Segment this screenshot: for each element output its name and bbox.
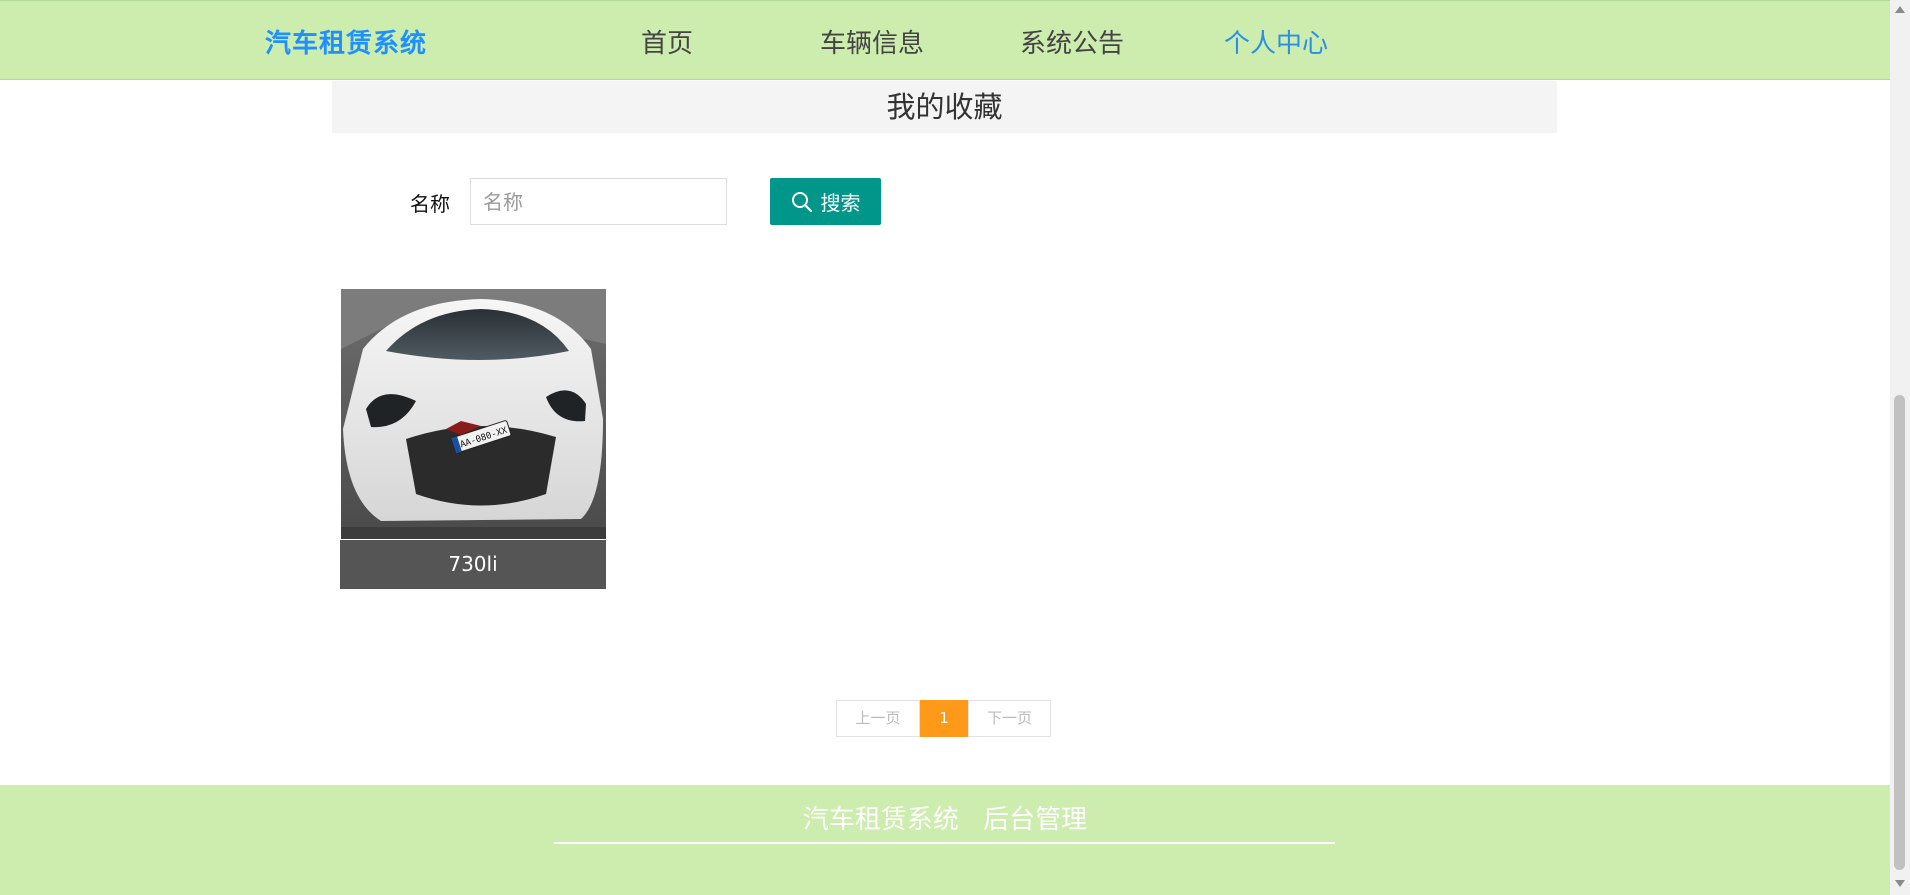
nav-announcements[interactable]: 系统公告: [1020, 23, 1124, 60]
next-page-button[interactable]: 下一页: [968, 700, 1051, 737]
nav-home[interactable]: 首页: [641, 23, 693, 60]
page-number-current[interactable]: 1: [920, 700, 968, 737]
viewport: 汽车租赁系统 首页 车辆信息 系统公告 个人中心 我的收藏 名称 搜索: [0, 0, 1890, 895]
page-title: 我的收藏: [332, 81, 1557, 133]
nav-personal-center[interactable]: 个人中心: [1224, 23, 1328, 60]
site-logo-text[interactable]: 汽车租赁系统: [265, 23, 427, 60]
search-label: 名称: [410, 192, 450, 216]
search-button[interactable]: 搜索: [770, 178, 881, 225]
prev-page-button[interactable]: 上一页: [836, 700, 920, 737]
scrollbar-thumb[interactable]: [1894, 395, 1905, 870]
search-icon: [791, 191, 812, 212]
car-name[interactable]: 730li: [340, 540, 606, 589]
vertical-scrollbar[interactable]: [1890, 0, 1910, 895]
footer-link-admin[interactable]: 后台管理: [983, 805, 1087, 835]
nav-vehicle-info[interactable]: 车辆信息: [820, 23, 924, 60]
footer-divider: [554, 842, 1335, 844]
car-image[interactable]: AA-080-XX: [341, 289, 606, 539]
footer-links: 汽车租赁系统 后台管理: [0, 799, 1890, 836]
pagination: 上一页 1 下一页: [836, 700, 1051, 737]
car-photo: AA-080-XX: [341, 289, 606, 539]
footer: 汽车租赁系统 后台管理: [0, 785, 1890, 895]
top-navbar: 汽车租赁系统 首页 车辆信息 系统公告 个人中心: [0, 0, 1890, 80]
footer-link-home[interactable]: 汽车租赁系统: [803, 805, 959, 835]
scroll-up-arrow-icon[interactable]: [1895, 6, 1905, 13]
search-button-label: 搜索: [820, 191, 861, 215]
name-search-input[interactable]: [470, 178, 727, 225]
scroll-down-arrow-icon[interactable]: [1895, 880, 1905, 887]
favorite-card[interactable]: AA-080-XX 730li: [340, 289, 606, 589]
